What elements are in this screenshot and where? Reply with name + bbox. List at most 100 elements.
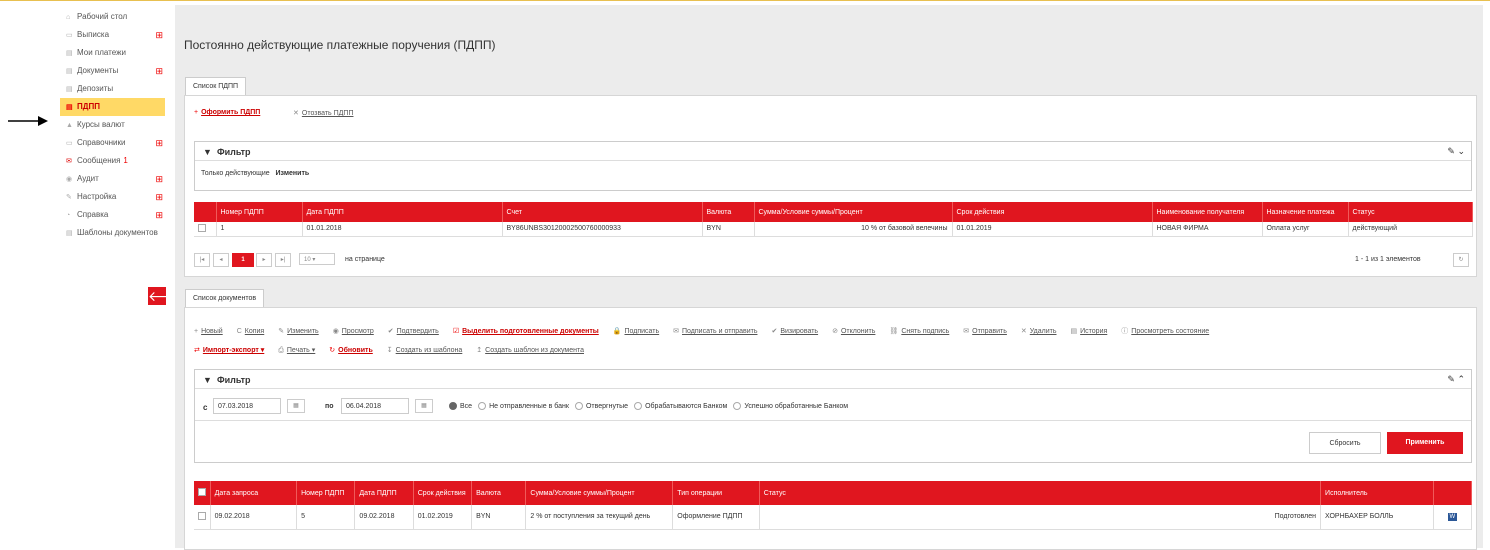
action-label[interactable]: Печать ▾ (287, 347, 315, 354)
sidebar-item-9[interactable]: ◉ Аудит ⊞ (60, 170, 165, 188)
filter-header[interactable] (195, 142, 1471, 161)
doc-action-7[interactable]: ✉ Подписать и отправить (673, 328, 757, 335)
sidebar-item-7[interactable]: ▭ Справочники ⊞ (60, 134, 165, 152)
create-pdpp-label[interactable]: Оформить ПДПП (201, 109, 260, 116)
doc-action-row2-4[interactable]: ↥ Создать шаблон из документа (476, 347, 584, 354)
column-header[interactable]: Счет (502, 202, 703, 222)
sidebar-item-2[interactable]: ▤ Мои платежи (60, 44, 165, 62)
prev-page-button[interactable]: ◂ (213, 253, 229, 267)
date-from-input[interactable]: 07.03.2018 (213, 398, 281, 414)
action-label[interactable]: Визировать (780, 328, 818, 335)
sidebar-item-12[interactable]: ▤ Шаблоны документов (60, 224, 165, 242)
column-header[interactable]: Статус (1348, 202, 1473, 222)
doc-action-row2-1[interactable]: ⎙ Печать ▾ (278, 347, 315, 354)
column-header[interactable]: Валюта (702, 202, 755, 222)
last-page-button[interactable]: ▸| (275, 253, 291, 267)
next-page-button[interactable]: ▸ (256, 253, 272, 267)
doc-action-8[interactable]: ✔ Визировать (771, 328, 818, 335)
doc-action-10[interactable]: ⛓ Снять подпись (889, 328, 949, 335)
doc-action-3[interactable]: ◉ Просмотр (333, 328, 374, 335)
select-all-checkbox[interactable] (194, 481, 211, 505)
doc-action-1[interactable]: C Копия (237, 328, 265, 335)
calendar-icon[interactable]: ▦ (287, 399, 305, 413)
revoke-pdpp-label[interactable]: Отозвать ПДПП (302, 110, 354, 117)
status-radio-option[interactable]: Все (449, 402, 472, 410)
action-label[interactable]: Обновить (338, 347, 373, 354)
status-radio-option[interactable]: Не отправленные в банк (478, 402, 569, 410)
action-label[interactable]: Импорт-экспорт ▾ (203, 347, 264, 354)
expand-plus-icon[interactable]: ⊞ (155, 206, 163, 224)
sidebar-item-5[interactable]: ▤ ПДПП (60, 98, 165, 116)
date-to-input[interactable]: 06.04.2018 (341, 398, 409, 414)
tab-documents-list[interactable]: Список документов (185, 289, 265, 308)
column-header[interactable]: Номер ПДПП (296, 481, 356, 505)
sidebar-item-4[interactable]: ▤ Депозиты (60, 80, 165, 98)
change-filter-link[interactable]: Изменить (276, 170, 310, 177)
doc-action-14[interactable]: ⓘ Просмотреть состояние (1121, 328, 1209, 335)
action-label[interactable]: Подписать (624, 328, 659, 335)
expand-plus-icon[interactable]: ⊞ (155, 134, 163, 152)
expand-plus-icon[interactable]: ⊞ (155, 26, 163, 44)
tab-pdpp-list[interactable]: Список ПДПП (185, 77, 247, 96)
sidebar-item-6[interactable]: ▲ Курсы валют (60, 116, 165, 134)
doc-action-row2-0[interactable]: ⇄ Импорт-экспорт ▾ (194, 347, 264, 354)
word-document-icon[interactable]: W (1447, 512, 1457, 521)
radio-button[interactable] (574, 402, 583, 410)
doc-action-11[interactable]: ✉ Отправить (963, 328, 1007, 335)
doc-action-12[interactable]: ✕ Удалить (1021, 328, 1057, 335)
column-header[interactable]: Статус (759, 481, 1322, 505)
action-label[interactable]: Отправить (972, 328, 1007, 335)
status-radio-option[interactable]: Успешно обработанные Банком (733, 402, 848, 410)
status-radio-option[interactable]: Обрабатываются Банком (634, 402, 727, 410)
column-header[interactable]: Валюта (471, 481, 527, 505)
filter-header[interactable] (195, 370, 1471, 389)
reset-button[interactable]: Сбросить (1309, 432, 1381, 454)
expand-plus-icon[interactable]: ⊞ (155, 170, 163, 188)
column-header[interactable]: Сумма/Условие суммы/Процент (525, 481, 674, 505)
radio-button[interactable] (634, 402, 643, 410)
current-page-button[interactable]: 1 (232, 253, 254, 267)
doc-action-row2-2[interactable]: ↻ Обновить (329, 347, 373, 354)
status-radio-option[interactable]: Отвергнутые (574, 402, 628, 410)
action-label[interactable]: История (1080, 328, 1107, 335)
calendar-icon[interactable]: ▦ (415, 399, 433, 413)
column-header[interactable]: Тип операции (672, 481, 760, 505)
sidebar-item-11[interactable]: ◔ Справка ⊞ (60, 206, 165, 224)
doc-action-9[interactable]: ⊘ Отклонить (832, 328, 875, 335)
first-page-button[interactable]: |◂ (194, 253, 210, 267)
sidebar-item-1[interactable]: ▭ Выписка ⊞ (60, 26, 165, 44)
chevron-up-icon[interactable]: ⌃ (1457, 374, 1465, 384)
column-header[interactable]: Дата ПДПП (302, 202, 503, 222)
action-label[interactable]: Копия (245, 328, 264, 335)
action-label[interactable]: Выделить подготовленные документы (462, 328, 599, 335)
column-header[interactable]: Наименование получателя (1152, 202, 1263, 222)
checkbox[interactable] (198, 511, 206, 520)
row-checkbox[interactable] (194, 222, 217, 237)
pin-collapse-icons[interactable]: ✎ ⌃ (1447, 374, 1465, 385)
column-header[interactable]: Срок действия (952, 202, 1153, 222)
doc-action-13[interactable]: ▤ История (1071, 328, 1108, 335)
row-checkbox[interactable] (194, 505, 211, 530)
apply-button[interactable]: Применить (1387, 432, 1463, 454)
sidebar-item-10[interactable]: ✎ Настройка ⊞ (60, 188, 165, 206)
action-label[interactable]: Создать из шаблона (396, 347, 463, 354)
sidebar-item-3[interactable]: ▤ Документы ⊞ (60, 62, 165, 80)
sidebar-item-8[interactable]: ✉ Сообщения 1 (60, 152, 165, 170)
doc-action-6[interactable]: 🔒 Подписать (613, 328, 659, 335)
checkbox[interactable] (198, 223, 206, 232)
pin-icon[interactable]: ✎ (1447, 374, 1455, 384)
action-label[interactable]: Снять подпись (901, 328, 949, 335)
sidebar-item-0[interactable]: ⌂ Рабочий стол (60, 8, 165, 26)
expand-plus-icon[interactable]: ⊞ (155, 62, 163, 80)
pin-icon[interactable]: ✎ (1447, 146, 1455, 156)
revoke-pdpp-link[interactable]: ✕ Отозвать ПДПП (293, 109, 353, 117)
doc-action-5[interactable]: ☑ Выделить подготовленные документы (453, 328, 599, 335)
action-label[interactable]: Изменить (287, 328, 319, 335)
document-icon-cell[interactable]: W (1433, 505, 1473, 530)
select-all-box[interactable] (198, 487, 206, 496)
column-header[interactable]: Исполнитель (1320, 481, 1434, 505)
radio-button[interactable] (733, 402, 742, 410)
action-label[interactable]: Подписать и отправить (682, 328, 757, 335)
column-header[interactable]: Срок действия (413, 481, 473, 505)
action-label[interactable]: Просмотреть состояние (1131, 328, 1209, 335)
